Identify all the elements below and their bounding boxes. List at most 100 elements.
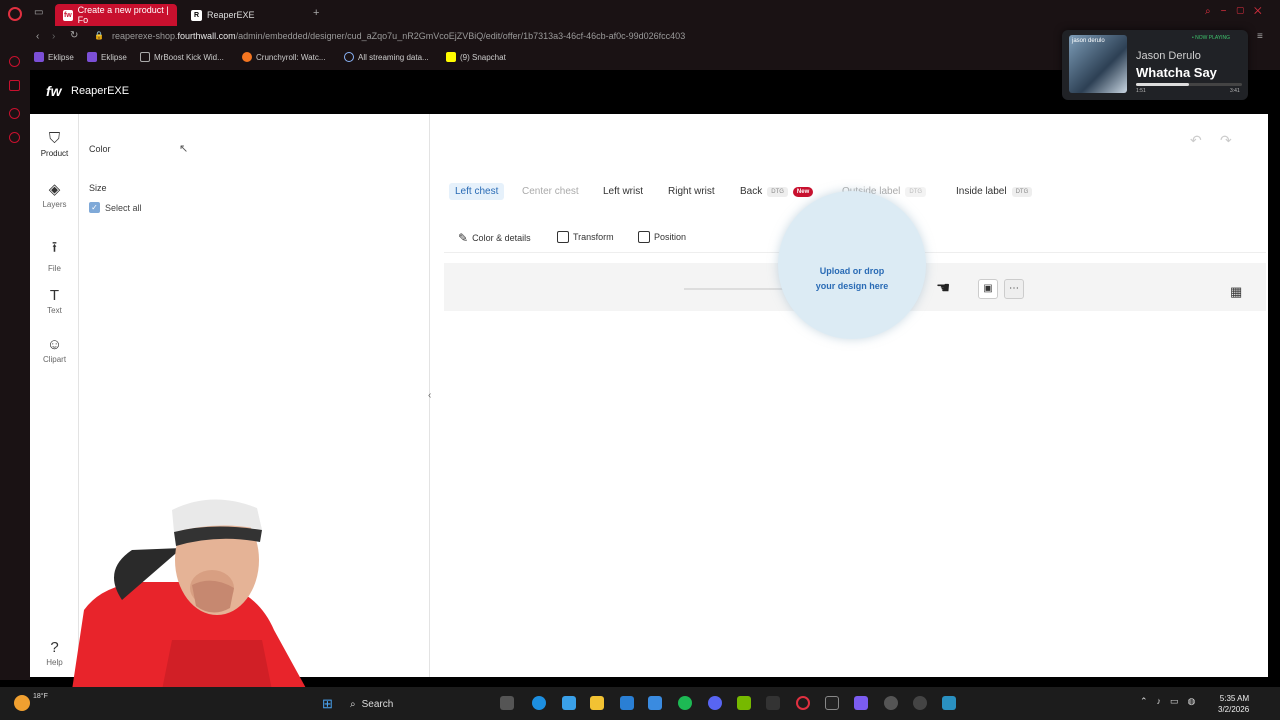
system-tray[interactable]: ⌃♪▭◍ <box>1140 696 1204 707</box>
opera-sidebar-icon[interactable] <box>9 56 20 67</box>
rail-text[interactable]: T Text <box>30 287 79 315</box>
upload-text: Upload or drop your design here <box>815 266 889 291</box>
clock[interactable]: 5:35 AM 3/2/2026 <box>1218 693 1249 715</box>
page-icon <box>140 52 150 62</box>
capcut-icon[interactable] <box>825 696 839 710</box>
layers-icon: ◈ <box>48 181 61 198</box>
hand-tool-icon[interactable]: ☚ <box>936 278 950 298</box>
bookmark-snapchat[interactable]: (9) Snapchat <box>446 52 506 62</box>
rail-file[interactable]: ⭱ File <box>30 237 79 273</box>
redo-icon[interactable]: ↷ <box>1220 132 1232 149</box>
url-field[interactable]: reaperexe-shop.fourthwall.com/admin/embe… <box>112 31 685 41</box>
song-progress-fill <box>1136 83 1189 86</box>
back-icon[interactable]: ‹ <box>36 31 39 42</box>
spotify-icon[interactable] <box>678 696 692 710</box>
reload-icon[interactable]: ↻ <box>70 30 78 41</box>
select-all-checkbox[interactable]: ✓ Select all <box>89 202 142 213</box>
now-playing-widget: jason derulo • NOW PLAYING Jason Derulo … <box>1062 30 1248 100</box>
nvidia-icon[interactable] <box>737 696 751 710</box>
undo-icon[interactable]: ↶ <box>1190 132 1202 149</box>
photos-icon[interactable] <box>942 696 956 710</box>
globe-icon <box>344 52 354 62</box>
artist-name: Jason Derulo <box>1136 50 1201 62</box>
smiley-icon: ☺ <box>46 336 63 353</box>
file-explorer-icon[interactable] <box>590 696 604 710</box>
position-icon <box>638 231 650 243</box>
webcam-overlay <box>72 499 307 690</box>
text-icon: T <box>49 287 60 304</box>
color-label: Color <box>89 144 111 154</box>
cursor-icon: ↖ <box>179 143 189 155</box>
grid-view-icon[interactable]: ⋯ <box>1004 279 1024 299</box>
eklipse-icon <box>87 52 97 62</box>
app-icon[interactable] <box>648 696 662 710</box>
discord-icon[interactable] <box>708 696 722 710</box>
snapchat-icon <box>446 52 456 62</box>
bookmark-crunchyroll[interactable]: Crunchyroll: Watc... <box>242 52 326 62</box>
task-view-icon[interactable] <box>500 696 514 710</box>
eklipse-icon <box>34 52 44 62</box>
start-icon[interactable]: ⊞ <box>322 696 333 712</box>
new-badge: New <box>792 186 814 197</box>
window-controls[interactable]: ⌕−▢✕ <box>1205 6 1272 17</box>
bookmark-streaming-data[interactable]: All streaming data... <box>344 52 429 62</box>
shirt-icon: ⛉ <box>48 130 61 147</box>
rail-clipart[interactable]: ☺ Clipart <box>30 336 79 364</box>
opera-taskbar-icon[interactable] <box>796 696 810 710</box>
weather-icon <box>14 695 30 711</box>
terminal-icon[interactable] <box>766 696 780 710</box>
rail-product[interactable]: ⛉ Product <box>30 130 79 158</box>
lock-icon: 🔒 <box>94 31 104 40</box>
grid-toggle-icon[interactable]: ▦ <box>1230 284 1242 300</box>
transform-button[interactable]: Transform <box>557 231 614 243</box>
obs-icon[interactable] <box>913 696 927 710</box>
elapsed-time: 1:51 <box>1136 88 1146 94</box>
check-icon: ✓ <box>89 202 100 213</box>
tab-reaperexe[interactable]: R ReaperEXE <box>183 4 303 26</box>
placement-right-wrist[interactable]: Right wrist <box>668 186 715 197</box>
dtg-tag: DTG <box>767 186 788 197</box>
placement-center-chest[interactable]: Center chest <box>522 186 579 197</box>
design-canvas: ↶ ↷ Left chest Center chest Left wrist R… <box>430 114 1268 677</box>
size-label: Size <box>89 183 107 193</box>
messenger-icon[interactable] <box>9 80 20 91</box>
color-details-button[interactable]: ✎ Color & details <box>458 231 531 245</box>
opera-logo-icon[interactable] <box>8 7 22 21</box>
calendar-app-icon[interactable] <box>854 696 868 710</box>
store-name: ReaperEXE <box>71 85 130 97</box>
crunchyroll-icon <box>242 52 252 62</box>
taskbar-search[interactable]: ⌕ Search <box>350 695 445 713</box>
settings-icon[interactable] <box>9 132 20 143</box>
edge-icon[interactable] <box>532 696 546 710</box>
windows-taskbar: 18°F ⊞ ⌕ Search ⌃♪▭◍ 5:35 AM 3/2/2026 <box>0 687 1280 720</box>
dtg-tag: DTG <box>1011 186 1033 197</box>
guide-line <box>684 288 784 290</box>
forward-icon[interactable]: › <box>52 31 55 42</box>
bookmark-eklipse[interactable]: Eklipse <box>34 52 74 62</box>
weather-temp[interactable]: 18°F <box>33 693 48 700</box>
new-tab-icon[interactable]: + <box>313 7 319 19</box>
browser-tab-bar: ▭ fw Create a new product | Fo R ReaperE… <box>0 0 1280 28</box>
now-playing-badge: • NOW PLAYING <box>1192 35 1231 41</box>
bookmark-mrboost[interactable]: MrBoost Kick Wid... <box>140 52 224 62</box>
placement-left-chest[interactable]: Left chest <box>449 183 505 200</box>
history-icon[interactable] <box>9 108 20 119</box>
tab-create-product[interactable]: fw Create a new product | Fo <box>55 4 177 26</box>
bookmark-eklipse-2[interactable]: Eklipse <box>87 52 127 62</box>
tab-label: Create a new product | Fo <box>77 5 169 25</box>
tab-overview-icon[interactable]: ▭ <box>34 7 43 18</box>
upload-dropzone[interactable]: Upload or drop your design here <box>778 191 926 339</box>
transform-icon <box>557 231 569 243</box>
store-icon[interactable] <box>620 696 634 710</box>
placement-inside-label[interactable]: Inside label DTG <box>956 186 1033 197</box>
rail-layers[interactable]: ◈ Layers <box>30 180 79 209</box>
placement-back[interactable]: Back DTG New <box>740 186 814 197</box>
settings-app-icon[interactable] <box>884 696 898 710</box>
song-progress-bar <box>1136 83 1242 86</box>
fourthwall-logo[interactable]: fw <box>46 83 62 99</box>
placement-left-wrist[interactable]: Left wrist <box>603 186 643 197</box>
menu-icon[interactable]: ≡ <box>1257 31 1263 42</box>
copilot-icon[interactable] <box>562 696 576 710</box>
position-button[interactable]: Position <box>638 231 686 243</box>
image-view-icon[interactable]: ▣ <box>978 279 998 299</box>
